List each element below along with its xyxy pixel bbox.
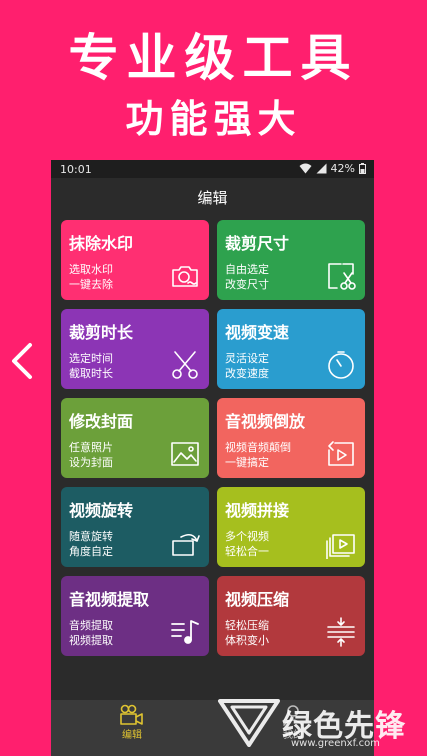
card-desc-line: 一键搞定 (225, 456, 269, 469)
timer-icon (325, 349, 357, 381)
card-title: 视频拼接 (225, 501, 290, 520)
headline-primary: 专业级工具 (68, 29, 359, 87)
rotate-icon (169, 527, 201, 559)
card-video-compress[interactable]: 视频压缩 轻松压缩 体积变小 (217, 576, 365, 656)
status-time: 10:01 (60, 163, 92, 176)
card-desc-line: 视频提取 (69, 634, 113, 647)
wifi-icon (299, 163, 312, 174)
card-desc-line: 一键去除 (69, 278, 113, 291)
card-title: 修改封面 (69, 412, 134, 431)
card-crop-size[interactable]: 裁剪尺寸 自由选定 改变尺寸 (217, 220, 365, 300)
headline-secondary: 功能强大 (125, 97, 302, 141)
crop-scissors-icon (325, 260, 357, 292)
status-bar: 10:01 42% (51, 160, 374, 178)
card-trim-duration[interactable]: 裁剪时长 选定时间 截取时长 (61, 309, 209, 389)
reverse-play-icon (325, 438, 357, 470)
battery-level: 42% (330, 162, 355, 175)
card-desc-line: 视频音频颠倒 (225, 441, 291, 454)
card-desc-line: 灵活设定 (225, 352, 269, 365)
watermark-url: www.greenxf.com (291, 738, 380, 749)
card-desc-line: 改变速度 (225, 367, 269, 380)
phone-screen: 10:01 42% 编辑 抹除水印 选取水印 一键去除 裁剪尺寸 自由选定 改变… (51, 160, 374, 756)
card-video-rotate[interactable]: 视频旋转 随意旋转 角度自定 (61, 487, 209, 567)
card-change-cover[interactable]: 修改封面 任意照片 设为封面 (61, 398, 209, 478)
card-desc-line: 音频提取 (69, 619, 113, 632)
card-reverse-playback[interactable]: 音视频倒放 视频音频颠倒 一键搞定 (217, 398, 365, 478)
card-remove-watermark[interactable]: 抹除水印 选取水印 一键去除 (61, 220, 209, 300)
card-video-merge[interactable]: 视频拼接 多个视频 轻松合一 (217, 487, 365, 567)
card-desc-line: 选取水印 (69, 263, 113, 276)
back-arrow-icon[interactable] (8, 341, 38, 381)
card-title: 裁剪时长 (69, 323, 134, 342)
card-title: 视频压缩 (225, 590, 290, 609)
image-icon (169, 438, 201, 470)
card-desc-line: 改变尺寸 (225, 278, 269, 291)
card-video-speed[interactable]: 视频变速 灵活设定 改变速度 (217, 309, 365, 389)
nav-item-edit[interactable]: 编辑 (92, 704, 172, 741)
card-desc-line: 角度自定 (69, 545, 113, 558)
card-title: 音视频倒放 (225, 412, 306, 431)
card-desc-line: 自由选定 (225, 263, 269, 276)
battery-icon (359, 163, 366, 174)
signal-icon (316, 163, 327, 174)
card-title: 视频变速 (225, 323, 290, 342)
card-desc-line: 多个视频 (225, 530, 269, 543)
app-bar-title: 编辑 (197, 189, 228, 207)
card-desc-line: 选定时间 (69, 352, 113, 365)
card-desc-line: 轻松压缩 (225, 619, 269, 632)
card-title: 视频旋转 (69, 501, 134, 520)
card-title: 裁剪尺寸 (225, 234, 290, 253)
card-title: 抹除水印 (69, 234, 134, 253)
card-desc-line: 截取时长 (69, 367, 113, 380)
card-desc-line: 随意旋转 (69, 530, 113, 543)
card-desc-line: 设为封面 (69, 456, 113, 469)
compress-icon (325, 616, 357, 648)
watermark-logo-icon (218, 697, 280, 753)
card-desc-line: 轻松合一 (225, 545, 269, 558)
card-desc-line: 任意照片 (69, 441, 113, 454)
scissors-icon (169, 349, 201, 381)
video-camera-icon (92, 704, 172, 726)
card-desc-line: 体积变小 (225, 634, 269, 647)
camera-wave-icon (169, 260, 201, 292)
card-title: 音视频提取 (69, 590, 150, 609)
card-audio-video-extract[interactable]: 音视频提取 音频提取 视频提取 (61, 576, 209, 656)
music-list-icon (169, 616, 201, 648)
nav-item-label: 编辑 (122, 730, 142, 741)
merge-video-icon (325, 527, 357, 559)
tool-grid: 抹除水印 选取水印 一键去除 裁剪尺寸 自由选定 改变尺寸 裁剪时长 选定时间 … (51, 218, 374, 698)
